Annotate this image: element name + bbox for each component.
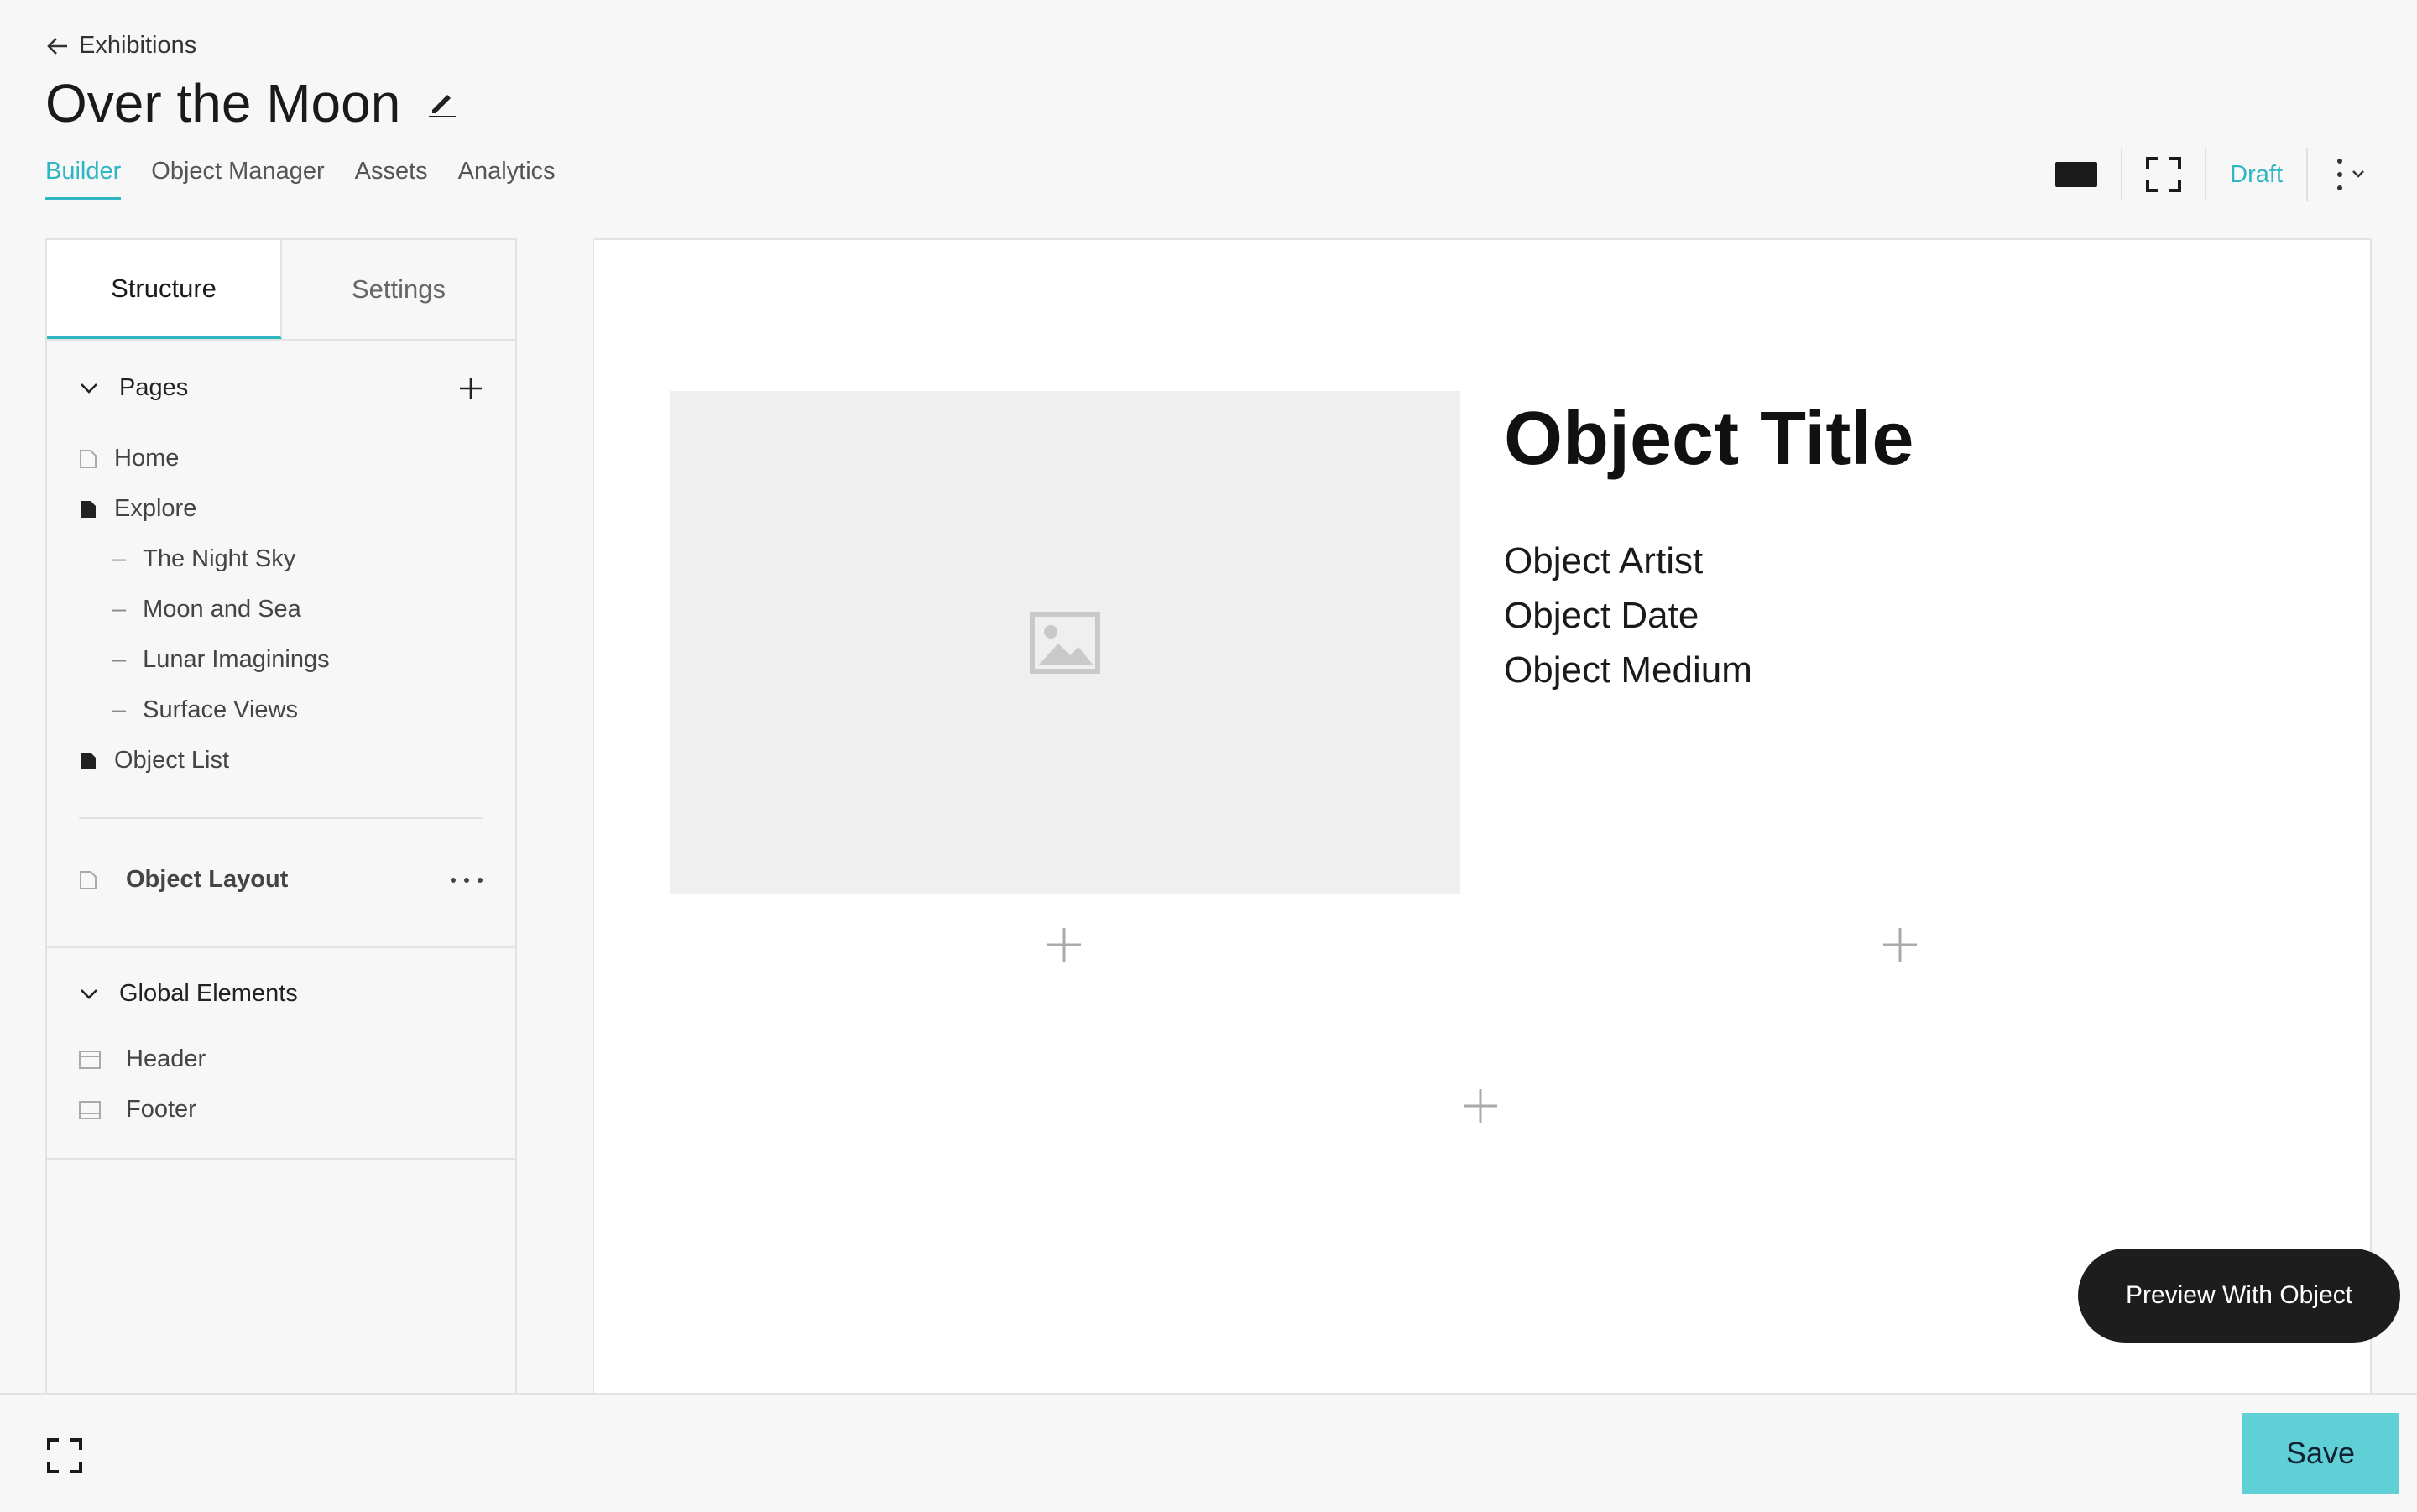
device-preview-icon[interactable] bbox=[2055, 162, 2098, 187]
add-page-icon[interactable] bbox=[458, 376, 483, 401]
chevron-down-icon[interactable] bbox=[79, 984, 99, 1004]
preview-with-object-button[interactable]: Preview With Object bbox=[2078, 1249, 2400, 1343]
page-item-home[interactable]: Home bbox=[79, 445, 179, 472]
object-layout-item[interactable]: Object Layout bbox=[79, 866, 483, 894]
global-elements-label: Global Elements bbox=[119, 980, 298, 1007]
page-label: Home bbox=[114, 445, 180, 472]
subpage-item-surface[interactable]: – Surface Views bbox=[112, 696, 298, 724]
page-label: Moon and Sea bbox=[143, 596, 301, 623]
tab-analytics[interactable]: Analytics bbox=[458, 158, 556, 200]
add-section-icon[interactable] bbox=[1462, 1087, 1499, 1124]
page-item-explore[interactable]: Explore bbox=[79, 495, 196, 523]
pages-section-header[interactable]: Pages bbox=[79, 374, 483, 402]
page-label: Object List bbox=[114, 747, 229, 774]
page-label: The Night Sky bbox=[143, 545, 296, 572]
divider bbox=[79, 817, 483, 819]
tab-assets[interactable]: Assets bbox=[355, 158, 428, 200]
page-label: Surface Views bbox=[143, 696, 298, 723]
panel-tabs: Structure Settings bbox=[47, 240, 515, 341]
subpage-item-lunar[interactable]: – Lunar Imaginings bbox=[112, 646, 330, 674]
more-horizontal-icon[interactable] bbox=[450, 876, 483, 884]
subpage-item-moon-sea[interactable]: – Moon and Sea bbox=[112, 596, 301, 623]
dash-glyph: – bbox=[112, 696, 127, 723]
footer-layout-icon bbox=[79, 1100, 101, 1119]
object-layout-label: Object Layout bbox=[126, 866, 289, 893]
footer-bar: Save bbox=[0, 1393, 2417, 1512]
main-tabs: Builder Object Manager Assets Analytics bbox=[45, 158, 556, 200]
global-item-footer[interactable]: Footer bbox=[79, 1096, 196, 1124]
save-button[interactable]: Save bbox=[2242, 1413, 2399, 1494]
status-badge: Draft bbox=[2230, 160, 2283, 188]
image-placeholder-icon bbox=[1030, 612, 1100, 674]
page-title-row: Over the Moon bbox=[45, 72, 459, 134]
object-medium: Object Medium bbox=[1504, 649, 1752, 691]
more-vertical-icon[interactable] bbox=[2331, 156, 2372, 193]
dash-glyph: – bbox=[112, 596, 127, 623]
page-filled-icon bbox=[81, 752, 96, 769]
divider bbox=[2121, 148, 2123, 201]
dash-glyph: – bbox=[112, 545, 127, 572]
tab-object-manager[interactable]: Object Manager bbox=[151, 158, 324, 200]
tab-builder[interactable]: Builder bbox=[45, 158, 122, 200]
page-filled-icon bbox=[81, 500, 96, 518]
add-block-icon[interactable] bbox=[1046, 926, 1083, 963]
page-item-object-list[interactable]: Object List bbox=[79, 747, 229, 774]
global-section-header[interactable]: Global Elements bbox=[79, 980, 298, 1008]
object-artist: Object Artist bbox=[1504, 540, 1704, 581]
arrow-left-icon bbox=[47, 37, 67, 55]
object-title: Object Title bbox=[1504, 397, 1914, 481]
back-link-label: Exhibitions bbox=[79, 32, 197, 59]
divider bbox=[47, 946, 515, 948]
subpage-item-night-sky[interactable]: – The Night Sky bbox=[112, 545, 295, 573]
edit-pencil-icon[interactable] bbox=[425, 86, 459, 120]
pages-label: Pages bbox=[119, 374, 189, 401]
divider bbox=[2205, 148, 2207, 201]
page-label: Lunar Imaginings bbox=[143, 646, 330, 673]
header-layout-icon bbox=[79, 1050, 101, 1069]
fullscreen-icon[interactable] bbox=[47, 1438, 82, 1473]
structure-panel: Structure Settings Pages Home Explore – … bbox=[45, 238, 517, 1400]
toolbar-right: Draft bbox=[2055, 148, 2372, 201]
fullscreen-icon[interactable] bbox=[2146, 157, 2182, 192]
object-date: Object Date bbox=[1504, 595, 1699, 636]
global-item-label: Footer bbox=[126, 1096, 196, 1123]
page-label: Explore bbox=[114, 495, 197, 522]
tab-structure[interactable]: Structure bbox=[47, 240, 282, 339]
global-item-header[interactable]: Header bbox=[79, 1045, 206, 1073]
tab-settings[interactable]: Settings bbox=[282, 240, 515, 339]
back-link[interactable]: Exhibitions bbox=[45, 32, 196, 60]
page-outline-icon bbox=[80, 870, 97, 889]
page-title: Over the Moon bbox=[45, 73, 401, 133]
object-image-placeholder[interactable] bbox=[670, 391, 1460, 894]
divider bbox=[47, 1158, 515, 1160]
dash-glyph: – bbox=[112, 646, 127, 673]
add-block-icon[interactable] bbox=[1882, 926, 1918, 963]
page-outline-icon bbox=[80, 449, 97, 468]
global-item-label: Header bbox=[126, 1045, 206, 1072]
builder-canvas: Object Title Object Artist Object Date O… bbox=[593, 238, 2372, 1400]
divider bbox=[2306, 148, 2308, 201]
chevron-down-icon[interactable] bbox=[79, 378, 99, 399]
